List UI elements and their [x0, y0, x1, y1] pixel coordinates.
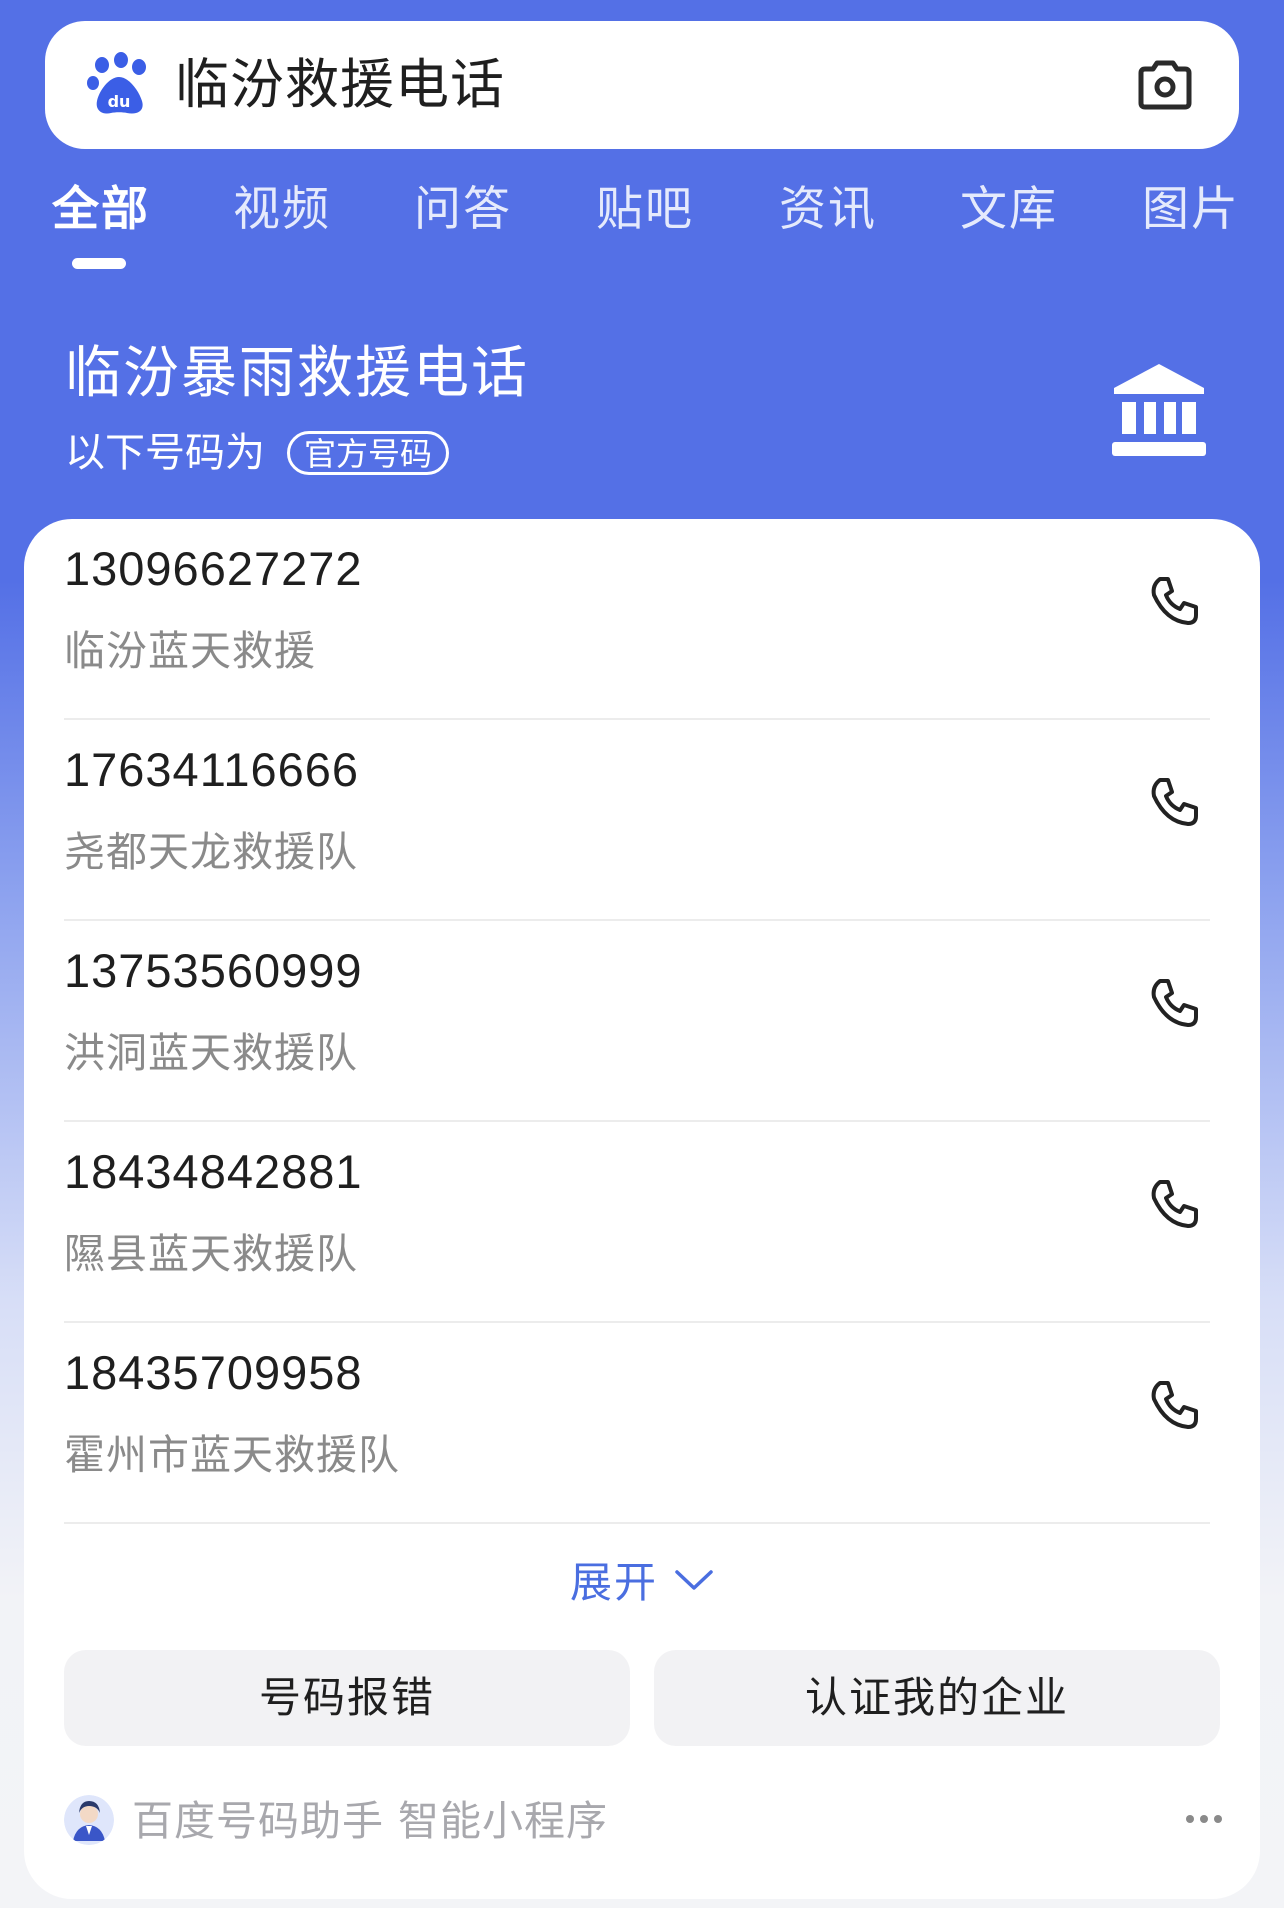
official-number-badge: 官方号码: [287, 431, 450, 475]
tab-tieba[interactable]: 贴吧: [596, 175, 694, 245]
phone-number: 13753560999: [64, 944, 363, 997]
tab-bar: 全部 视频 问答 贴吧 资讯 文库 图片: [0, 175, 1284, 275]
tab-images[interactable]: 图片: [1142, 175, 1240, 245]
result-title: 临汾暴雨救援电话: [65, 341, 529, 406]
phone-icon[interactable]: [1146, 1377, 1202, 1433]
expand-label: 展开: [569, 1558, 658, 1607]
contact-name: 临汾蓝天救援: [64, 627, 316, 675]
more-dots-icon[interactable]: [1184, 1807, 1224, 1831]
tab-qa[interactable]: 问答: [414, 175, 512, 245]
contact-name: 隰县蓝天救援队: [64, 1230, 358, 1278]
subtitle-text: 以下号码为: [65, 430, 265, 476]
contact-name: 尧都天龙救援队: [64, 828, 358, 876]
footer-text: 百度号码助手 智能小程序: [132, 1797, 609, 1845]
tab-wenku[interactable]: 文库: [960, 175, 1058, 245]
phone-number: 13096627272: [64, 542, 363, 595]
baidu-paw-icon: du: [87, 52, 146, 114]
phone-number: 18435709958: [64, 1346, 363, 1399]
search-input[interactable]: 临汾救援电话: [175, 51, 505, 119]
contact-row[interactable]: 13096627272 临汾蓝天救援: [64, 519, 1210, 720]
tab-news[interactable]: 资讯: [779, 175, 877, 245]
phone-icon[interactable]: [1146, 573, 1202, 629]
chevron-down-icon: [675, 1569, 713, 1590]
phone-number: 17634116666: [64, 743, 360, 796]
result-subtitle: 以下号码为 官方号码: [65, 428, 450, 478]
tab-video[interactable]: 视频: [233, 175, 331, 245]
search-bar[interactable]: du 临汾救援电话: [45, 21, 1239, 149]
camera-icon[interactable]: [1133, 53, 1197, 117]
phone-icon[interactable]: [1146, 975, 1202, 1031]
expand-button[interactable]: 展开: [24, 1549, 1260, 1610]
mini-program-footer[interactable]: 百度号码助手 智能小程序: [64, 1791, 1224, 1851]
contact-row[interactable]: 18435709958 霍州市蓝天救援队: [64, 1323, 1210, 1524]
tab-all[interactable]: 全部: [52, 175, 150, 245]
government-building-icon: [1112, 364, 1206, 456]
contact-row[interactable]: 18434842881 隰县蓝天救援队: [64, 1122, 1210, 1323]
assistant-avatar: [64, 1795, 114, 1845]
contact-row[interactable]: 17634116666 尧都天龙救援队: [64, 720, 1210, 921]
contacts-card: 13096627272 临汾蓝天救援 17634116666 尧都天龙救援队 1…: [24, 519, 1260, 1899]
phone-icon[interactable]: [1146, 774, 1202, 830]
active-tab-indicator: [72, 258, 126, 269]
contact-name: 霍州市蓝天救援队: [64, 1431, 400, 1479]
svg-text:du: du: [108, 92, 131, 111]
phone-icon[interactable]: [1146, 1176, 1202, 1232]
contact-row[interactable]: 13753560999 洪洞蓝天救援队: [64, 921, 1210, 1122]
contact-name: 洪洞蓝天救援队: [64, 1029, 358, 1077]
report-error-button[interactable]: 号码报错: [64, 1650, 630, 1746]
certify-business-button[interactable]: 认证我的企业: [654, 1650, 1220, 1746]
phone-number: 18434842881: [64, 1145, 363, 1198]
